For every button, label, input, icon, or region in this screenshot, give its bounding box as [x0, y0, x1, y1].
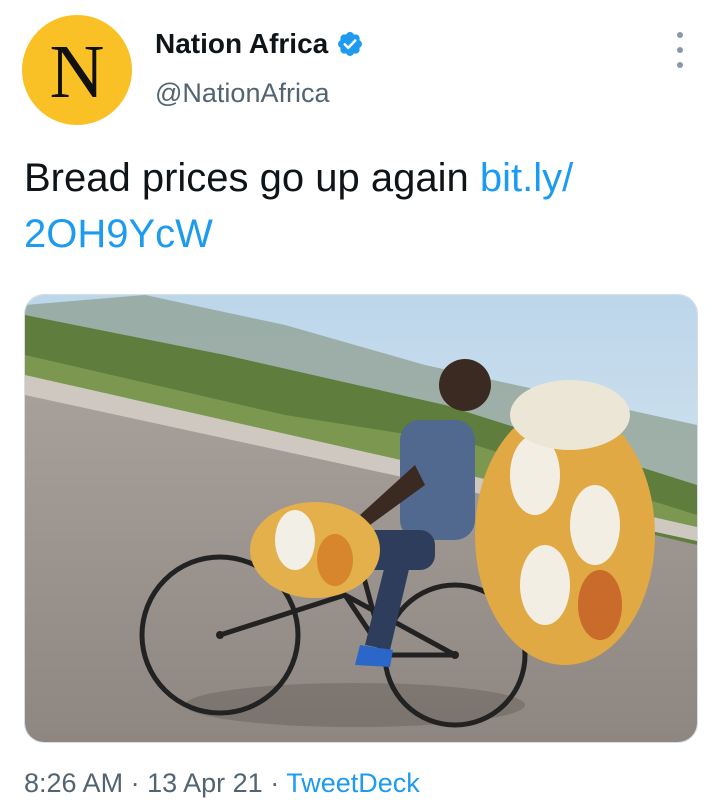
avatar[interactable]: N: [22, 15, 132, 125]
meta-separator-2: ·: [270, 768, 280, 798]
avatar-letter: N: [49, 30, 105, 114]
tweet-photo[interactable]: [24, 294, 698, 743]
tweet-date[interactable]: 13 Apr 21: [147, 768, 263, 798]
account-handle[interactable]: @NationAfrica: [155, 78, 329, 109]
tweet-text: Bread prices go up again bit.ly/ 2OH9YcW: [24, 150, 674, 262]
tweet-source[interactable]: TweetDeck: [286, 768, 420, 798]
verified-badge-icon: [338, 32, 363, 56]
tweet-body: Bread prices go up again: [24, 156, 469, 200]
meta-separator: ·: [130, 768, 140, 798]
more-options-icon[interactable]: [668, 32, 692, 68]
tweet-meta: 8:26 AM · 13 Apr 21 · TweetDeck: [24, 768, 420, 799]
tweet-time[interactable]: 8:26 AM: [24, 768, 123, 798]
photo-man-on-bicycle-carrying-bread: [25, 295, 697, 742]
account-name[interactable]: Nation Africa: [155, 28, 328, 60]
account-name-row: Nation Africa: [155, 28, 364, 60]
